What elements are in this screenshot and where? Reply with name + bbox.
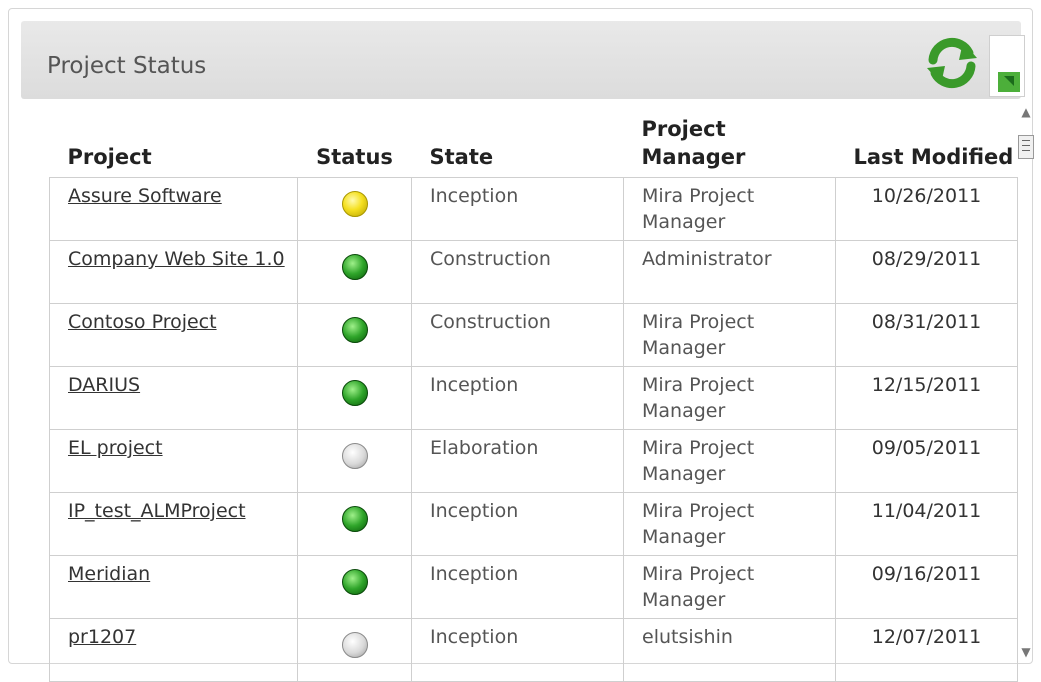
table-row: Company Web Site 1.0 Construction Administ… bbox=[49, 240, 1018, 304]
project-rows: Assure Software Inception Mira Project Man… bbox=[49, 177, 1018, 682]
status-light-icon bbox=[341, 380, 368, 406]
modified-cell: 09/16/2011 bbox=[835, 555, 1018, 619]
project-cell: Contoso Project bbox=[49, 303, 298, 367]
modified-cell: 10/26/2011 bbox=[835, 177, 1018, 241]
state-cell: Elaboration bbox=[411, 429, 624, 493]
project-link[interactable]: Company Web Site 1.0 bbox=[68, 248, 285, 270]
widget-title: Project Status bbox=[47, 53, 207, 79]
widget-header: Project Status bbox=[21, 21, 1025, 99]
manager-cell: Mira Project Manager bbox=[623, 429, 836, 493]
vertical-scrollbar[interactable]: ▲ ▼ bbox=[1016, 105, 1036, 665]
manager-cell: Mira Project Manager bbox=[623, 555, 836, 619]
project-cell: DARIUS bbox=[49, 366, 298, 430]
scroll-thumb[interactable] bbox=[1018, 135, 1034, 159]
table-row: DARIUS Inception Mira Project Manager 12/15… bbox=[49, 366, 1018, 430]
modified-cell: 11/04/2011 bbox=[835, 492, 1018, 556]
status-light-icon bbox=[341, 317, 368, 343]
status-light-icon bbox=[341, 506, 368, 532]
project-cell: EL project bbox=[49, 429, 298, 493]
status-cell bbox=[297, 492, 412, 556]
project-link[interactable]: EL project bbox=[68, 437, 163, 459]
state-cell: Inception bbox=[411, 177, 624, 241]
scroll-down-arrow-icon[interactable]: ▼ bbox=[1018, 645, 1034, 661]
state-cell: Construction bbox=[411, 303, 624, 367]
table-row: IP_test_ALMProject Inception Mira Project … bbox=[49, 492, 1018, 556]
status-light-icon bbox=[341, 191, 368, 217]
status-light-icon bbox=[341, 443, 368, 469]
col-state[interactable]: State bbox=[412, 109, 624, 178]
status-cell bbox=[297, 555, 412, 619]
modified-cell: 08/29/2011 bbox=[835, 240, 1018, 304]
project-cell: IP_test_ALMProject bbox=[49, 492, 298, 556]
project-cell: pr1207 bbox=[49, 618, 298, 682]
project-link[interactable]: IP_test_ALMProject bbox=[68, 500, 246, 522]
project-link[interactable]: pr1207 bbox=[68, 626, 136, 648]
manager-cell: Mira Project Manager bbox=[623, 303, 836, 367]
refresh-icon bbox=[927, 37, 977, 89]
status-cell bbox=[297, 618, 412, 682]
project-link[interactable]: Contoso Project bbox=[68, 311, 217, 333]
state-cell: Inception bbox=[411, 618, 624, 682]
export-icon bbox=[998, 72, 1020, 92]
status-light-icon bbox=[341, 254, 368, 280]
col-status[interactable]: Status bbox=[298, 109, 412, 178]
status-light-icon bbox=[341, 569, 368, 595]
export-button[interactable] bbox=[989, 35, 1025, 97]
modified-cell: 12/07/2011 bbox=[835, 618, 1018, 682]
col-modified[interactable]: Last Modified bbox=[836, 109, 1018, 178]
status-light-icon bbox=[341, 632, 368, 658]
status-cell bbox=[297, 303, 412, 367]
project-link[interactable]: DARIUS bbox=[68, 374, 140, 396]
manager-cell: Mira Project Manager bbox=[623, 492, 836, 556]
modified-cell: 09/05/2011 bbox=[835, 429, 1018, 493]
project-status-widget: Project Status Project Status State Proj… bbox=[8, 8, 1036, 682]
table-row: EL project Elaboration Mira Project Manage… bbox=[49, 429, 1018, 493]
manager-cell: Mira Project Manager bbox=[623, 366, 836, 430]
table-row: Meridian Inception Mira Project Manager 09/… bbox=[49, 555, 1018, 619]
modified-cell: 12/15/2011 bbox=[835, 366, 1018, 430]
project-link[interactable]: Assure Software bbox=[68, 185, 222, 207]
table-row: Contoso Project Construction Mira Project … bbox=[49, 303, 1018, 367]
status-cell bbox=[297, 240, 412, 304]
status-cell bbox=[297, 366, 412, 430]
manager-cell: Administrator bbox=[623, 240, 836, 304]
col-project[interactable]: Project bbox=[50, 109, 298, 178]
table-row: Assure Software Inception Mira Project Man… bbox=[49, 177, 1018, 241]
manager-cell: Mira Project Manager bbox=[623, 177, 836, 241]
project-cell: Company Web Site 1.0 bbox=[49, 240, 298, 304]
modified-cell: 08/31/2011 bbox=[835, 303, 1018, 367]
project-cell: Meridian bbox=[49, 555, 298, 619]
project-link[interactable]: Meridian bbox=[68, 563, 150, 585]
refresh-button[interactable] bbox=[923, 34, 981, 92]
project-cell: Assure Software bbox=[49, 177, 298, 241]
state-cell: Inception bbox=[411, 555, 624, 619]
status-cell bbox=[297, 177, 412, 241]
project-table: Project Status State Project Manager Las… bbox=[49, 109, 1018, 682]
state-cell: Construction bbox=[411, 240, 624, 304]
status-cell bbox=[297, 429, 412, 493]
table-row: pr1207 Inception elutsishin 12/07/2011 bbox=[49, 618, 1018, 682]
scroll-up-arrow-icon[interactable]: ▲ bbox=[1018, 105, 1034, 121]
col-manager[interactable]: Project Manager bbox=[624, 109, 836, 178]
manager-cell: elutsishin bbox=[623, 618, 836, 682]
state-cell: Inception bbox=[411, 492, 624, 556]
state-cell: Inception bbox=[411, 366, 624, 430]
